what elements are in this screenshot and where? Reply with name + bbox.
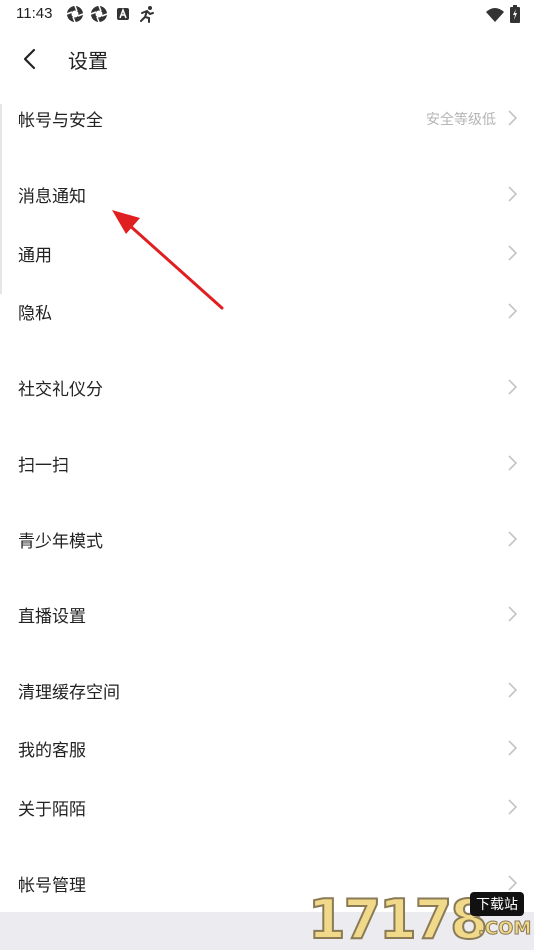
watermark-digits: 17178 bbox=[307, 887, 489, 951]
chevron-right-icon bbox=[508, 379, 518, 395]
font-badge-icon bbox=[114, 5, 132, 23]
wifi-icon bbox=[486, 7, 504, 26]
menu-item-label: 青少年模式 bbox=[18, 532, 103, 552]
menu-item-privacy[interactable]: 隐私 bbox=[0, 286, 534, 336]
chevron-right-icon bbox=[508, 799, 518, 815]
menu-item-label: 扫一扫 bbox=[18, 456, 69, 476]
menu-item-label: 我的客服 bbox=[18, 741, 86, 761]
chevron-right-icon bbox=[508, 245, 518, 261]
menu-item-account-security[interactable]: 帐号与安全 安全等级低 bbox=[0, 93, 534, 143]
status-bar: 11:43 bbox=[0, 0, 534, 30]
watermark-suffix: .COM bbox=[477, 918, 532, 940]
menu-item-label: 帐号管理 bbox=[18, 876, 86, 896]
menu-item-about[interactable]: 关于陌陌 bbox=[0, 782, 534, 832]
chevron-right-icon bbox=[508, 682, 518, 698]
chevron-left-icon bbox=[23, 48, 36, 70]
menu-item-general[interactable]: 通用 bbox=[0, 228, 534, 278]
chevron-right-icon bbox=[508, 740, 518, 756]
chevron-right-icon bbox=[508, 186, 518, 202]
menu-item-notifications[interactable]: 消息通知 bbox=[0, 169, 534, 219]
menu-item-label: 直播设置 bbox=[18, 607, 86, 627]
arrow-shaft bbox=[126, 222, 224, 310]
menu-item-live-settings[interactable]: 直播设置 bbox=[0, 589, 534, 639]
menu-item-label: 社交礼仪分 bbox=[18, 380, 103, 400]
status-time: 11:43 bbox=[16, 5, 53, 22]
runner-icon bbox=[138, 5, 156, 23]
red-arrow-annotation bbox=[112, 210, 224, 310]
menu-item-scan[interactable]: 扫一扫 bbox=[0, 438, 534, 488]
notification-icons bbox=[66, 5, 156, 23]
watermark-logo: 17178 下载站 .COM bbox=[307, 887, 534, 951]
menu-item-label: 通用 bbox=[18, 246, 52, 266]
menu-item-customer-service[interactable]: 我的客服 bbox=[0, 723, 534, 773]
menu-item-teen-mode[interactable]: 青少年模式 bbox=[0, 514, 534, 564]
battery-charging-icon bbox=[510, 5, 520, 27]
menu-item-label: 隐私 bbox=[18, 304, 52, 324]
menu-item-label: 清理缓存空间 bbox=[18, 683, 120, 703]
watermark-badge: 下载站 bbox=[470, 892, 524, 916]
menu-item-label: 帐号与安全 bbox=[18, 111, 103, 131]
system-icons bbox=[486, 5, 520, 27]
chevron-right-icon bbox=[508, 606, 518, 622]
chevron-right-icon bbox=[508, 110, 518, 126]
security-level-text: 安全等级低 bbox=[426, 112, 496, 128]
menu-item-label: 关于陌陌 bbox=[18, 800, 86, 820]
chevron-right-icon bbox=[508, 303, 518, 319]
aperture-icon bbox=[66, 5, 84, 23]
menu-item-social-etiquette[interactable]: 社交礼仪分 bbox=[0, 362, 534, 412]
chevron-right-icon bbox=[508, 531, 518, 547]
chevron-right-icon bbox=[508, 455, 518, 471]
page-title: 设置 bbox=[68, 49, 108, 73]
header: 设置 bbox=[0, 30, 534, 88]
aperture-icon bbox=[90, 5, 108, 23]
back-button[interactable] bbox=[14, 42, 48, 76]
menu-item-label: 消息通知 bbox=[18, 187, 86, 207]
menu-item-clear-cache[interactable]: 清理缓存空间 bbox=[0, 665, 534, 715]
